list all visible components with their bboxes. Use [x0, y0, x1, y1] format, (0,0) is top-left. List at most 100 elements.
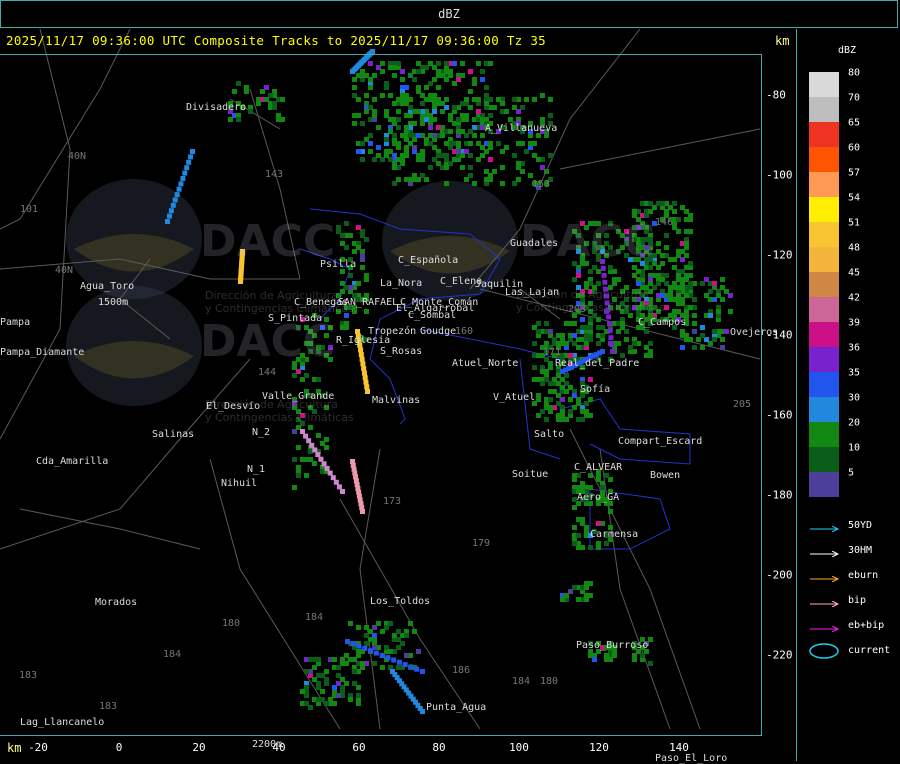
y-tick: -200: [766, 568, 793, 582]
place-label: Sofía: [580, 384, 611, 395]
legend-swatch: [809, 72, 839, 97]
place-label: Lag_Llancanelo: [20, 717, 105, 728]
y-tick: -100: [766, 168, 793, 182]
place-label: Pampa_Diamante: [0, 347, 85, 358]
place-label: 1500m: [98, 297, 129, 308]
route-number: 160: [455, 326, 474, 337]
legend-title: dBZ: [838, 45, 857, 56]
place-label: Atuel_Norte: [452, 358, 519, 369]
y-tick: -120: [766, 248, 793, 262]
window-titlebar: dBZ: [0, 0, 898, 28]
legend-swatch: [809, 247, 839, 272]
place-label: A_Villanueva: [485, 123, 558, 134]
km-unit-label-top: km: [775, 34, 790, 48]
route-number: 184: [512, 676, 531, 687]
x-tick: 120: [589, 741, 609, 754]
dacc-watermark-subtitle: y Contingencias Climáticas: [205, 302, 354, 315]
legend-swatch: [809, 97, 839, 122]
route-number: 143: [265, 169, 284, 180]
arrow-icon: [810, 626, 840, 632]
place-label: Salto: [534, 429, 565, 440]
route-number: 171: [543, 347, 562, 358]
arrow-icon: [810, 601, 840, 607]
dacc-watermark: DACC: [200, 216, 336, 267]
legend-swatch: [809, 472, 839, 497]
legend-swatch: [809, 322, 839, 347]
legend-value: 30: [848, 392, 861, 404]
dacc-watermark-subtitle: Dirección de Agricultura: [516, 288, 649, 301]
place-label: Malvinas: [372, 395, 421, 406]
route-number: 203: [568, 304, 587, 315]
x-tick: 0: [115, 741, 123, 754]
legend-value: 39: [848, 317, 861, 329]
legend-value: 57: [848, 167, 861, 179]
legend-value: 48: [848, 242, 861, 254]
place-label: N_1: [247, 464, 266, 475]
route-number: 179: [472, 538, 491, 549]
track-label: current: [848, 645, 891, 656]
route-number: 144: [258, 367, 277, 378]
route-number: 40N: [55, 265, 74, 276]
place-label: C_ALVEAR: [574, 462, 623, 473]
place-label: Goudge: [420, 326, 457, 337]
place-label: S_Rosas: [380, 346, 423, 357]
legend-value: 80: [848, 67, 861, 79]
legend-value: 10: [848, 442, 861, 454]
legend-swatch: [809, 372, 839, 397]
place-label: Morados: [95, 597, 138, 608]
route-number: 186: [452, 665, 471, 676]
legend-swatch: [809, 147, 839, 172]
y-tick: -80: [766, 88, 786, 102]
place-label: Paso_Burroso: [576, 640, 649, 651]
current-ellipse-icon: [809, 643, 839, 659]
dacc-watermark-subtitle: Dirección de Agricultura: [205, 289, 338, 302]
arrow-icon: [810, 576, 840, 582]
legend-value: 51: [848, 217, 861, 229]
legend-swatch: [809, 122, 839, 147]
legend-value: 70: [848, 92, 861, 104]
legend-swatch: [809, 422, 839, 447]
arrow-icon: [810, 551, 840, 557]
route-number: 205: [733, 399, 752, 410]
route-number: 101: [20, 204, 39, 215]
legend-value: 65: [848, 117, 861, 129]
x-tick: 100: [509, 741, 529, 754]
legend-swatch: [809, 347, 839, 372]
legend-swatch: [809, 297, 839, 322]
legend-value: 36: [848, 342, 861, 354]
place-label: Punta_Agua: [426, 702, 487, 713]
place-label: Nihuil: [221, 478, 258, 489]
x-tick: 80: [432, 741, 446, 754]
legend-swatch: [809, 197, 839, 222]
legend-value: 54: [848, 192, 861, 204]
track-label: bip: [848, 595, 867, 606]
place-label: C_Española: [398, 255, 459, 266]
route-number: 40N: [68, 151, 87, 162]
place-label: Real_del_Padre: [555, 358, 640, 369]
legend-swatch: [809, 447, 839, 472]
place-label: La_Nora: [380, 278, 423, 289]
track-label: 30HM: [848, 545, 873, 556]
x-tick: 60: [352, 741, 366, 754]
route-number: 180: [222, 618, 241, 629]
dacc-watermark-subtitle: y Contingencias Climáticas: [516, 301, 665, 314]
place-label: Aero_GA: [577, 492, 620, 503]
place-label: Divisadero: [186, 102, 247, 113]
x-tick: 20: [192, 741, 206, 754]
place-label: Cda_Amarilla: [36, 456, 109, 467]
window-title: dBZ: [438, 7, 460, 21]
track-label: eburn: [848, 570, 879, 581]
place-label: Paso_El_Loro: [655, 753, 728, 764]
legend-value: 42: [848, 292, 861, 304]
place-label: Bowen: [650, 470, 681, 481]
route-number: 183: [99, 701, 118, 712]
place-label: Pampa: [0, 317, 31, 328]
legend-value: 5: [848, 467, 855, 479]
track-label: eb+bip: [848, 620, 885, 631]
place-label: V_Atuel: [493, 392, 536, 403]
legend-swatch: [809, 272, 839, 297]
legend-swatch: [809, 397, 839, 422]
y-tick: -160: [766, 408, 793, 422]
route-number: 173: [383, 496, 402, 507]
place-label: Agua_Toro: [80, 281, 135, 292]
